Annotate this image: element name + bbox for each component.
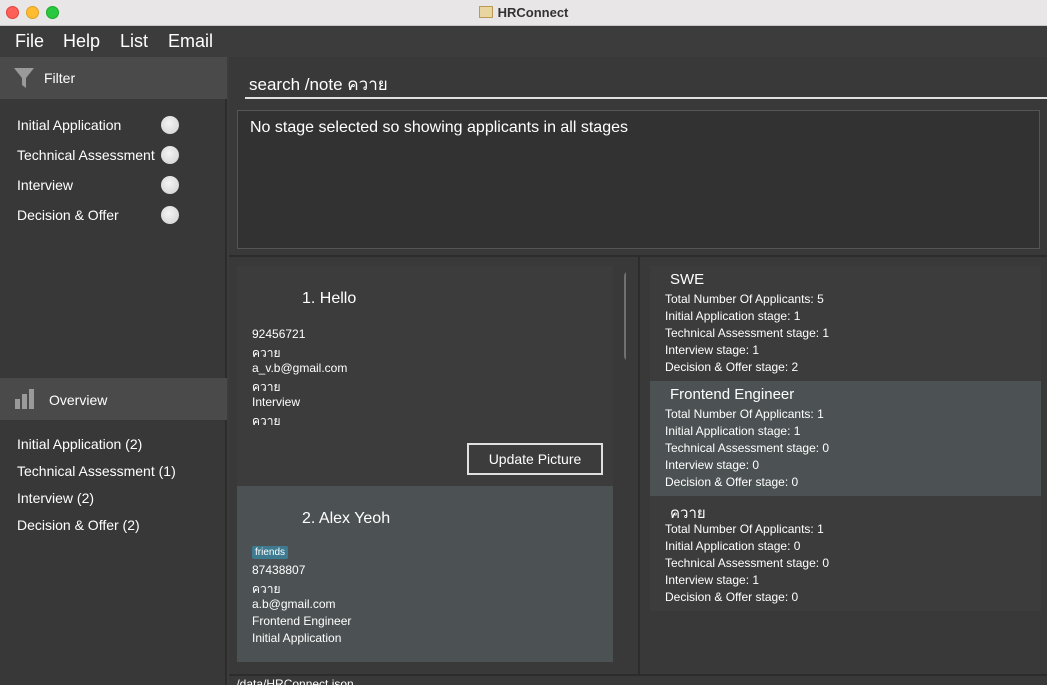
- applicant-name: 2. Alex Yeoh: [302, 510, 391, 527]
- overview-technical-assessment: Technical Assessment (1): [17, 463, 176, 479]
- result-display: No stage selected so showing applicants …: [237, 110, 1040, 249]
- window-title: HRConnect: [0, 5, 1047, 20]
- job-card[interactable]: Frontend Engineer Total Number Of Applic…: [650, 381, 1041, 496]
- app-icon: [478, 6, 493, 18]
- filter-decision-offer-label: Decision & Offer: [17, 207, 119, 223]
- job-initial-application: Initial Application stage: 1: [665, 424, 801, 438]
- job-initial-application: Initial Application stage: 1: [665, 309, 801, 323]
- filter-label: Filter: [44, 70, 76, 86]
- job-technical-assessment: Technical Assessment stage: 0: [665, 556, 830, 570]
- filter-initial-application-radio[interactable]: [161, 116, 179, 134]
- applicant-card[interactable]: 2. Alex Yeoh friends 87438807 ควาย a.b@g…: [237, 486, 613, 662]
- job-initial-application: Initial Application stage: 0: [665, 539, 801, 553]
- filter-technical-assessment-radio[interactable]: [161, 146, 179, 164]
- job-decision-offer: Decision & Offer stage: 0: [665, 590, 799, 604]
- applicant-name: 1. Hello: [302, 290, 357, 307]
- menu-file[interactable]: File: [15, 31, 44, 52]
- applicant-note: ควาย: [252, 414, 281, 428]
- data-file-path: ./data/HRConnect.json: [233, 677, 354, 685]
- job-card[interactable]: SWE Total Number Of Applicants: 5 Initia…: [650, 266, 1041, 381]
- filter-header: Filter: [0, 57, 227, 99]
- status-bar: ./data/HRConnect.json: [229, 674, 1047, 685]
- menu-bar: File Help List Email: [0, 26, 1047, 57]
- main-area: search /note ควาย No stage selected so s…: [229, 57, 1047, 685]
- job-interview: Interview stage: 1: [665, 573, 760, 587]
- filter-initial-application-label: Initial Application: [17, 117, 122, 133]
- applicant-phone: 87438807: [252, 563, 306, 577]
- job-title: SWE: [670, 271, 705, 288]
- update-picture-button[interactable]: Update Picture: [467, 443, 603, 475]
- applicant-email: a.b@gmail.com: [252, 597, 336, 611]
- filter-icon: [14, 68, 34, 88]
- applicant-email: a_v.b@gmail.com: [252, 361, 348, 375]
- job-total: Total Number Of Applicants: 5: [665, 292, 824, 306]
- filter-interview-label: Interview: [17, 177, 74, 193]
- sidebar: Filter Initial Application Technical Ass…: [0, 57, 227, 685]
- job-title: Frontend Engineer: [670, 386, 795, 403]
- command-box[interactable]: search /note ควาย: [237, 57, 1047, 103]
- filter-interview-radio[interactable]: [161, 176, 179, 194]
- menu-email[interactable]: Email: [168, 31, 213, 52]
- result-text: No stage selected so showing applicants …: [250, 119, 628, 136]
- filter-technical-assessment-label: Technical Assessment: [17, 147, 155, 163]
- job-technical-assessment: Technical Assessment stage: 1: [665, 326, 830, 340]
- menu-help[interactable]: Help: [63, 31, 100, 52]
- job-decision-offer: Decision & Offer stage: 2: [665, 360, 799, 374]
- bar-chart-icon: [15, 389, 34, 409]
- overview-header: Overview: [0, 378, 227, 420]
- job-technical-assessment: Technical Assessment stage: 0: [665, 441, 830, 455]
- title-bar: HRConnect: [0, 0, 1047, 26]
- overview-decision-offer: Decision & Offer (2): [17, 517, 140, 533]
- job-total: Total Number Of Applicants: 1: [665, 522, 824, 536]
- job-total: Total Number Of Applicants: 1: [665, 407, 824, 421]
- overview-initial-application: Initial Application (2): [17, 436, 143, 452]
- applicant-stage: Interview: [252, 395, 301, 409]
- command-input[interactable]: search /note ควาย: [249, 71, 388, 98]
- job-decision-offer: Decision & Offer stage: 0: [665, 475, 799, 489]
- filter-decision-offer-radio[interactable]: [161, 206, 179, 224]
- window-title-text: HRConnect: [497, 5, 569, 20]
- applicant-phone: 92456721: [252, 327, 306, 341]
- vertical-divider: [638, 257, 640, 675]
- job-card[interactable]: ควาย Total Number Of Applicants: 1 Initi…: [650, 496, 1041, 611]
- menu-list[interactable]: List: [120, 31, 148, 52]
- applicant-tag: friends: [252, 546, 289, 559]
- applicant-list-scrollbar[interactable]: [624, 271, 626, 361]
- applicant-role: Frontend Engineer: [252, 614, 352, 628]
- job-interview: Interview stage: 1: [665, 343, 760, 357]
- overview-interview: Interview (2): [17, 490, 95, 506]
- job-interview: Interview stage: 0: [665, 458, 760, 472]
- job-list[interactable]: SWE Total Number Of Applicants: 5 Initia…: [650, 266, 1041, 611]
- command-underline: [245, 97, 1047, 99]
- applicant-card[interactable]: 1. Hello 92456721 ควาย a_v.b@gmail.com ค…: [237, 266, 613, 486]
- overview-label: Overview: [49, 392, 108, 408]
- applicant-list[interactable]: 1. Hello 92456721 ควาย a_v.b@gmail.com ค…: [237, 266, 626, 671]
- applicant-stage: Initial Application: [252, 631, 342, 645]
